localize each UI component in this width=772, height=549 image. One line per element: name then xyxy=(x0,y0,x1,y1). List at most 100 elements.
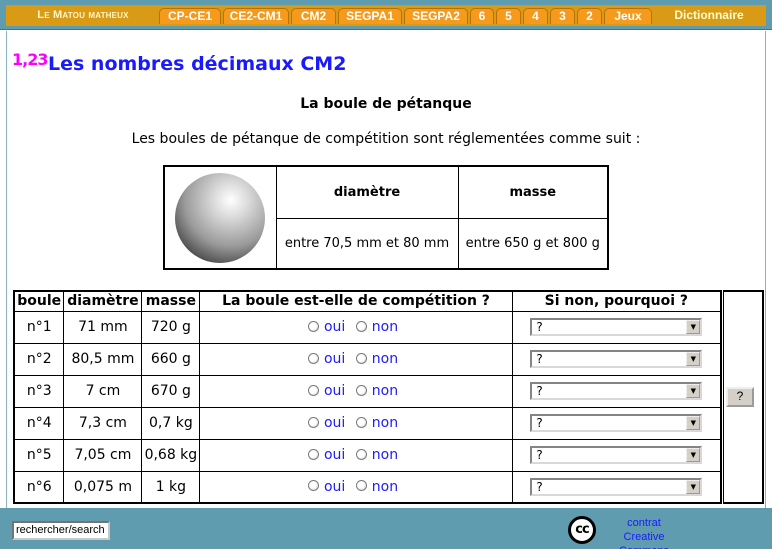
row-reason-cell: ? ▼ xyxy=(511,374,722,408)
label-yes: oui xyxy=(323,351,346,367)
label-no: non xyxy=(371,447,399,463)
row-mass: 670 g xyxy=(141,374,201,408)
radio-yes[interactable] xyxy=(307,320,319,332)
tab-5[interactable]: 5 xyxy=(496,8,521,24)
label-yes: oui xyxy=(323,383,346,399)
row-ball: n°4 xyxy=(13,406,65,440)
header-reason: Si non, pourquoi ? xyxy=(511,290,722,312)
label-no: non xyxy=(371,383,399,399)
row-reason-cell: ? ▼ xyxy=(511,310,722,344)
brand-link[interactable]: Le Matou matheux xyxy=(22,8,144,24)
tab-6[interactable]: 6 xyxy=(470,8,494,24)
row-diameter: 80,5 mm xyxy=(63,342,143,376)
reason-select[interactable]: ? ▼ xyxy=(530,477,703,496)
row-answer-cell: oui non xyxy=(199,470,513,504)
chevron-down-icon[interactable]: ▼ xyxy=(686,352,701,366)
table-row: n°3 7 cm 670 g oui non ? ▼ xyxy=(13,374,722,408)
radio-no[interactable] xyxy=(355,320,367,332)
page-title: Les nombres décimaux CM2 xyxy=(48,53,347,75)
label-no: non xyxy=(371,478,399,495)
tab-segpa1[interactable]: SEGPA1 xyxy=(338,8,402,24)
row-answer-cell: oui non xyxy=(199,438,513,472)
chevron-down-icon[interactable]: ▼ xyxy=(686,384,701,398)
row-diameter: 7 cm xyxy=(63,374,143,408)
spec-diameter-value: entre 70,5 mm et 80 mm xyxy=(275,217,459,270)
license-link[interactable]: contrat Creative Commons xyxy=(598,516,690,549)
table-row: n°2 80,5 mm 660 g oui non ? ▼ xyxy=(13,342,722,376)
tab-4[interactable]: 4 xyxy=(523,8,548,24)
reason-select[interactable]: ? ▼ xyxy=(530,446,703,464)
row-reason-cell: ? ▼ xyxy=(511,406,722,440)
row-ball: n°5 xyxy=(13,438,65,472)
row-reason-cell: ? ▼ xyxy=(511,342,722,376)
reason-select[interactable]: ? ▼ xyxy=(530,382,703,400)
tab-jeux[interactable]: Jeux xyxy=(604,8,652,24)
radio-yes[interactable] xyxy=(307,448,319,460)
radio-yes[interactable] xyxy=(307,480,319,492)
spec-diameter-header: diamètre xyxy=(275,165,459,219)
reason-select[interactable]: ? ▼ xyxy=(530,318,703,336)
reason-select-value: ? xyxy=(536,352,543,366)
row-diameter: 71 mm xyxy=(63,310,143,344)
row-diameter: 7,3 cm xyxy=(63,406,143,440)
radio-no[interactable] xyxy=(355,416,367,428)
row-mass: 660 g xyxy=(141,342,201,376)
quiz-table: boule diamètre masse La boule est-elle d… xyxy=(13,290,722,504)
label-yes: oui xyxy=(323,447,346,463)
tab-cm2[interactable]: CM2 xyxy=(291,8,336,24)
header-diameter: diamètre xyxy=(63,290,143,312)
chevron-down-icon[interactable]: ▼ xyxy=(686,320,701,334)
row-answer-cell: oui non xyxy=(199,374,513,408)
tab-3[interactable]: 3 xyxy=(550,8,575,24)
row-reason-cell: ? ▼ xyxy=(511,438,722,472)
radio-yes[interactable] xyxy=(307,384,319,396)
header-mass: masse xyxy=(141,290,201,312)
spec-mass-value: entre 650 g et 800 g xyxy=(457,217,609,270)
tab-cp-ce1[interactable]: CP-CE1 xyxy=(159,8,221,24)
table-row: n°1 71 mm 720 g oui non ? ▼ xyxy=(13,310,722,344)
reason-select[interactable]: ? ▼ xyxy=(530,350,703,368)
reason-select-value: ? xyxy=(536,384,543,398)
regulation-table: diamètre masse entre 70,5 mm et 80 mm en… xyxy=(163,165,609,270)
radio-no[interactable] xyxy=(355,352,367,364)
check-answers-button[interactable]: ? xyxy=(726,387,754,407)
row-answer-cell: oui non xyxy=(199,406,513,440)
tab-segpa2[interactable]: SEGPA2 xyxy=(404,8,468,24)
creative-commons-icon[interactable]: cc xyxy=(568,516,596,544)
chevron-down-icon[interactable]: ▼ xyxy=(686,448,701,462)
chevron-down-icon[interactable]: ▼ xyxy=(686,416,701,430)
label-yes: oui xyxy=(323,478,346,495)
search-input[interactable]: rechercher/search xyxy=(12,521,110,540)
label-no: non xyxy=(371,319,399,335)
header-competition-question: La boule est-elle de compétition ? xyxy=(199,290,513,312)
quiz-header-row: boule diamètre masse La boule est-elle d… xyxy=(13,290,722,312)
radio-yes[interactable] xyxy=(307,352,319,364)
row-ball: n°2 xyxy=(13,342,65,376)
exercise-title: La boule de pétanque xyxy=(300,96,472,112)
reason-select[interactable]: ? ▼ xyxy=(530,414,703,432)
radio-no[interactable] xyxy=(355,480,367,492)
tab-2[interactable]: 2 xyxy=(577,8,602,24)
table-row: n°4 7,3 cm 0,7 kg oui non ? ▼ xyxy=(13,406,722,440)
row-mass: 720 g xyxy=(141,310,201,344)
header-ball: boule xyxy=(13,290,65,312)
reason-select-value: ? xyxy=(536,320,543,334)
label-yes: oui xyxy=(323,319,346,335)
row-answer-cell: oui non xyxy=(199,310,513,344)
row-ball: n°6 xyxy=(13,470,65,504)
row-mass: 0,68 kg xyxy=(141,438,201,472)
tab-ce2-cm1[interactable]: CE2-CM1 xyxy=(223,8,289,24)
chevron-down-icon[interactable]: ▼ xyxy=(686,479,701,494)
label-yes: oui xyxy=(323,415,346,431)
spec-mass-header: masse xyxy=(457,165,609,219)
ball-image-cell xyxy=(163,165,277,270)
reason-select-value: ? xyxy=(536,479,543,494)
dictionary-link[interactable]: Dictionnaire xyxy=(668,8,750,24)
radio-no[interactable] xyxy=(355,448,367,460)
decimal-numbers-badge: 1,23 xyxy=(12,50,48,69)
radio-no[interactable] xyxy=(355,384,367,396)
radio-yes[interactable] xyxy=(307,416,319,428)
row-mass: 0,7 kg xyxy=(141,406,201,440)
row-answer-cell: oui non xyxy=(199,342,513,376)
petanque-ball-image xyxy=(175,172,266,263)
